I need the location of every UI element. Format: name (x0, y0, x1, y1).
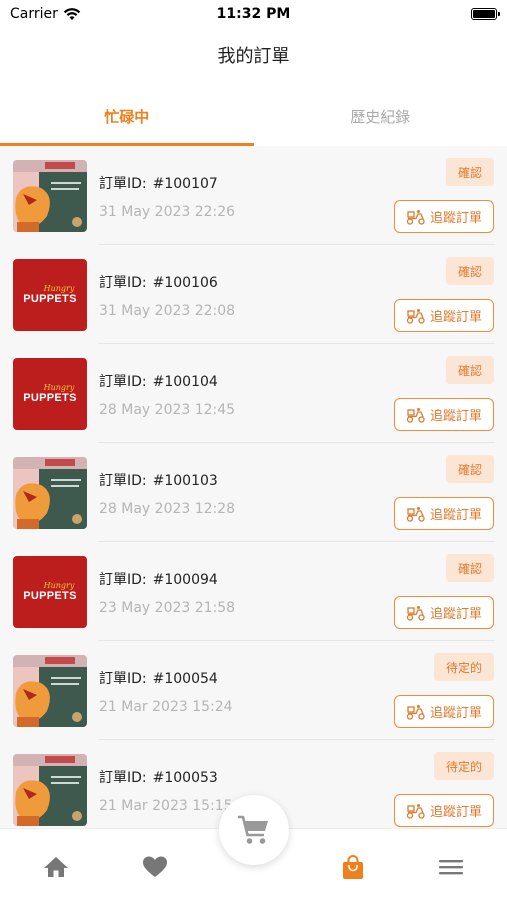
wifi-icon (63, 8, 81, 20)
status-badge: 待定的 (433, 752, 494, 780)
order-id-value: #100103 (152, 473, 218, 489)
track-order-button[interactable]: 追蹤訂單 (394, 200, 494, 233)
order-id-label: 訂單ID: (99, 572, 147, 588)
status-badge: 確認 (445, 356, 494, 384)
comic-product-image (13, 655, 87, 727)
delivery-scooter-icon (406, 605, 425, 621)
status-badge: 確認 (445, 455, 494, 483)
order-date: 31 May 2023 22:26 (99, 204, 236, 220)
order-row[interactable]: Hungry PUPPETS 訂單ID: #100106 31 May 2023 … (0, 245, 507, 344)
track-order-button[interactable]: 追蹤訂單 (394, 398, 494, 431)
track-order-button[interactable]: 追蹤訂單 (394, 497, 494, 530)
order-id-value: #100107 (152, 176, 218, 192)
puppets-logo-image: Hungry PUPPETS (13, 358, 87, 430)
order-id-label: 訂單ID: (99, 374, 147, 390)
delivery-scooter-icon (406, 803, 425, 819)
status-badge: 確認 (445, 554, 494, 582)
order-date: 21 Mar 2023 15:15 (99, 798, 233, 814)
home-icon (44, 857, 68, 877)
delivery-scooter-icon (406, 407, 425, 423)
order-id-value: #100054 (152, 671, 218, 687)
status-badge: 確認 (445, 257, 494, 285)
order-id-label: 訂單ID: (99, 671, 147, 687)
order-id-line: 訂單ID: #100107 (99, 173, 218, 193)
order-date: 28 May 2023 12:28 (99, 501, 236, 517)
track-order-label: 追蹤訂單 (429, 508, 482, 523)
order-id-label: 訂單ID: (99, 176, 147, 192)
order-row[interactable]: 訂單ID: #100054 21 Mar 2023 15:24 待定的 追蹤訂單 (0, 641, 507, 740)
delivery-scooter-icon (406, 506, 425, 522)
order-row[interactable]: Hungry PUPPETS 訂單ID: #100094 23 May 2023 … (0, 542, 507, 641)
tab-history[interactable]: 歷史紀錄 (254, 96, 507, 146)
status-left: Carrier (10, 6, 81, 22)
delivery-scooter-icon (406, 209, 425, 225)
carrier-label: Carrier (10, 6, 58, 22)
tab-bar: 忙碌中 歷史紀錄 (0, 96, 507, 146)
puppets-logo-main: PUPPETS (23, 590, 77, 602)
comic-product-image (13, 754, 87, 826)
page-title: 我的訂單 (217, 46, 290, 67)
order-list[interactable]: 訂單ID: #100107 31 May 2023 22:26 確認 追蹤訂單 H… (0, 146, 507, 828)
order-id-line: 訂單ID: #100054 (99, 668, 218, 688)
puppets-logo-main: PUPPETS (23, 392, 77, 404)
order-id-line: 訂單ID: #100106 (99, 272, 218, 292)
nav-orders[interactable] (339, 853, 367, 881)
menu-icon (439, 860, 463, 875)
nav-menu[interactable] (437, 853, 465, 881)
order-id-label: 訂單ID: (99, 770, 147, 786)
order-date: 23 May 2023 21:58 (99, 600, 236, 616)
track-order-label: 追蹤訂單 (429, 211, 482, 226)
order-date: 28 May 2023 12:45 (99, 402, 236, 418)
order-date: 31 May 2023 22:08 (99, 303, 236, 319)
track-order-label: 追蹤訂單 (429, 607, 482, 622)
track-order-button[interactable]: 追蹤訂單 (394, 299, 494, 332)
track-order-label: 追蹤訂單 (429, 706, 482, 721)
status-badge: 確認 (445, 158, 494, 186)
order-date: 21 Mar 2023 15:24 (99, 699, 233, 715)
delivery-scooter-icon (406, 704, 425, 720)
track-order-button[interactable]: 追蹤訂單 (394, 695, 494, 728)
battery-icon (471, 8, 500, 20)
bag-icon (343, 855, 363, 879)
comic-product-image (13, 457, 87, 529)
puppets-logo-main: PUPPETS (23, 293, 77, 305)
heart-icon (143, 856, 167, 877)
nav-home[interactable] (42, 853, 70, 881)
track-order-button[interactable]: 追蹤訂單 (394, 596, 494, 629)
status-bar: Carrier 11:32 PM (0, 0, 507, 28)
order-id-value: #100104 (152, 374, 218, 390)
puppets-logo-top: Hungry (43, 383, 75, 392)
track-order-label: 追蹤訂單 (429, 310, 482, 325)
order-id-value: #100106 (152, 275, 218, 291)
tab-active[interactable]: 忙碌中 (0, 96, 254, 146)
puppets-logo-image: Hungry PUPPETS (13, 556, 87, 628)
track-order-button[interactable]: 追蹤訂單 (394, 794, 494, 827)
order-id-line: 訂單ID: #100103 (99, 470, 218, 490)
order-id-value: #100053 (152, 770, 218, 786)
order-id-line: 訂單ID: #100053 (99, 767, 218, 787)
track-order-label: 追蹤訂單 (429, 805, 482, 820)
order-id-label: 訂單ID: (99, 275, 147, 291)
order-row[interactable]: 訂單ID: #100107 31 May 2023 22:26 確認 追蹤訂單 (0, 146, 507, 245)
puppets-logo-image: Hungry PUPPETS (13, 259, 87, 331)
puppets-logo-top: Hungry (43, 581, 75, 590)
order-row[interactable]: Hungry PUPPETS 訂單ID: #100104 28 May 2023 … (0, 344, 507, 443)
order-id-line: 訂單ID: #100094 (99, 569, 218, 589)
nav-favorites[interactable] (141, 853, 169, 881)
delivery-scooter-icon (406, 308, 425, 324)
order-id-label: 訂單ID: (99, 473, 147, 489)
order-id-line: 訂單ID: #100104 (99, 371, 218, 391)
status-badge: 待定的 (433, 653, 494, 681)
track-order-label: 追蹤訂單 (429, 409, 482, 424)
order-id-value: #100094 (152, 572, 218, 588)
cart-icon (238, 815, 268, 844)
comic-product-image (13, 160, 87, 232)
order-row[interactable]: 訂單ID: #100103 28 May 2023 12:28 確認 追蹤訂單 (0, 443, 507, 542)
puppets-logo-top: Hungry (43, 284, 75, 293)
cart-button[interactable] (219, 795, 289, 865)
